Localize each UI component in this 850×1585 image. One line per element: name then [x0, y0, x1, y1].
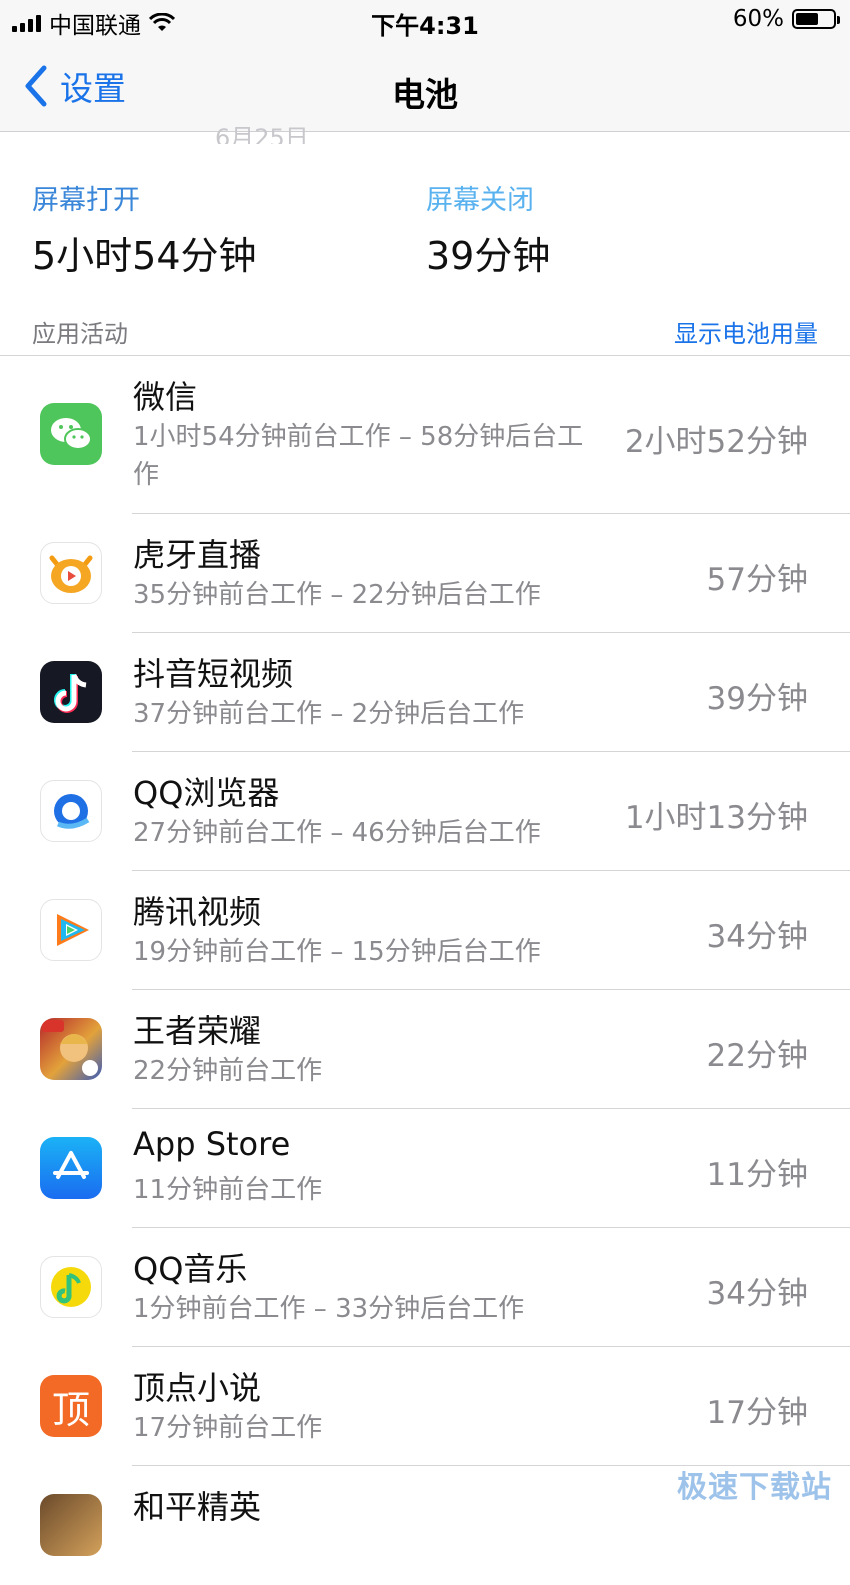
app-usage-time: 39分钟: [706, 681, 808, 717]
qq-browser-icon: [40, 780, 102, 842]
list-item[interactable]: 顶 顶点小说 17分钟前台工作 17分钟: [0, 1347, 850, 1466]
screen-off-label: 屏幕关闭: [426, 185, 534, 216]
app-activity-list: 微信 1小时54分钟前台工作 – 58分钟后台工作 2小时52分钟 虎牙直播 3…: [0, 356, 850, 1585]
battery-percent: 60%: [732, 6, 784, 32]
app-name: 顶点小说: [133, 1369, 262, 1407]
app-name: 虎牙直播: [133, 536, 262, 574]
app-name: 抖音短视频: [133, 655, 294, 693]
screen-on-stat: 屏幕打开 5小时54分钟: [32, 178, 257, 280]
app-usage-detail: 19分钟前台工作 – 15分钟后台工作: [133, 937, 541, 967]
carrier-label: 中国联通: [49, 13, 141, 39]
list-item[interactable]: QQ浏览器 27分钟前台工作 – 46分钟后台工作 1小时13分钟: [0, 752, 850, 871]
app-name: 和平精英: [133, 1488, 262, 1526]
app-usage-detail: 17分钟前台工作: [133, 1413, 323, 1443]
screen-off-value: 39分钟: [426, 234, 551, 278]
app-usage-time: 34分钟: [706, 1276, 808, 1312]
list-item[interactable]: 虎牙直播 35分钟前台工作 – 22分钟后台工作 57分钟: [0, 514, 850, 633]
date-label: 6月25日: [215, 124, 309, 144]
app-name: App Store: [133, 1125, 291, 1163]
app-usage-time: 11分钟: [706, 1157, 808, 1193]
dingdian-novel-icon: 顶: [40, 1375, 102, 1437]
show-battery-usage-button[interactable]: 显示电池用量: [674, 314, 818, 349]
app-name: 腾讯视频: [133, 893, 262, 931]
back-button[interactable]: 设置: [22, 62, 126, 110]
app-usage-time: 2小时52分钟: [624, 424, 808, 460]
wifi-icon: [149, 13, 175, 31]
list-item[interactable]: 微信 1小时54分钟前台工作 – 58分钟后台工作 2小时52分钟: [0, 356, 850, 514]
status-right: 60%: [732, 6, 840, 32]
douyin-icon: [40, 661, 102, 723]
status-left: 中国联通: [12, 6, 175, 40]
app-usage-detail: 37分钟前台工作 – 2分钟后台工作: [133, 699, 525, 729]
screen-off-stat: 屏幕关闭 39分钟: [426, 178, 550, 280]
chevron-left-icon: [25, 65, 47, 107]
app-name: 王者荣耀: [133, 1012, 262, 1050]
app-usage-time: 1小时13分钟: [624, 800, 808, 836]
back-label: 设置: [60, 69, 126, 108]
screen-on-value: 5小时54分钟: [32, 234, 257, 278]
page-title: 电池: [392, 75, 458, 114]
section-header: 应用活动 显示电池用量: [0, 306, 850, 356]
app-store-icon: [40, 1137, 102, 1199]
section-title: 应用活动: [32, 320, 128, 348]
app-name: QQ浏览器: [133, 774, 280, 812]
app-usage-detail: 1小时54分钟前台工作 – 58分钟后台工作: [133, 422, 584, 490]
tencent-video-icon: [40, 899, 102, 961]
screen-on-label: 屏幕打开: [32, 185, 140, 216]
app-name: 微信: [133, 378, 198, 416]
app-usage-time: 34分钟: [706, 919, 808, 955]
list-item[interactable]: App Store 11分钟前台工作 11分钟: [0, 1109, 850, 1228]
app-name: QQ音乐: [133, 1250, 248, 1288]
navigation-bar: 设置 电池: [0, 44, 850, 132]
app-usage-detail: 35分钟前台工作 – 22分钟后台工作: [133, 580, 541, 610]
qq-music-icon: [40, 1256, 102, 1318]
watermark: 极速下载站: [677, 1470, 832, 1505]
honor-of-kings-icon: [40, 1018, 102, 1080]
peacekeeper-elite-icon: [40, 1494, 102, 1556]
huya-icon: [40, 542, 102, 604]
status-bar: 中国联通 下午4:31 60%: [0, 0, 850, 44]
app-usage-detail: 11分钟前台工作: [133, 1175, 323, 1205]
list-item[interactable]: 抖音短视频 37分钟前台工作 – 2分钟后台工作 39分钟: [0, 633, 850, 752]
wechat-icon: [40, 403, 102, 465]
app-usage-detail: 22分钟前台工作: [133, 1056, 323, 1086]
list-item[interactable]: 腾讯视频 19分钟前台工作 – 15分钟后台工作 34分钟: [0, 871, 850, 990]
list-item[interactable]: QQ音乐 1分钟前台工作 – 33分钟后台工作 34分钟: [0, 1228, 850, 1347]
app-usage-detail: 27分钟前台工作 – 46分钟后台工作: [133, 818, 541, 848]
app-usage-detail: 1分钟前台工作 – 33分钟后台工作: [133, 1294, 525, 1324]
app-usage-time: 57分钟: [706, 562, 808, 598]
battery-icon: [792, 9, 840, 29]
app-usage-time: 22分钟: [706, 1038, 808, 1074]
app-usage-time: 17分钟: [706, 1395, 808, 1431]
list-item[interactable]: 王者荣耀 22分钟前台工作 22分钟: [0, 990, 850, 1109]
signal-icon: [12, 14, 41, 32]
